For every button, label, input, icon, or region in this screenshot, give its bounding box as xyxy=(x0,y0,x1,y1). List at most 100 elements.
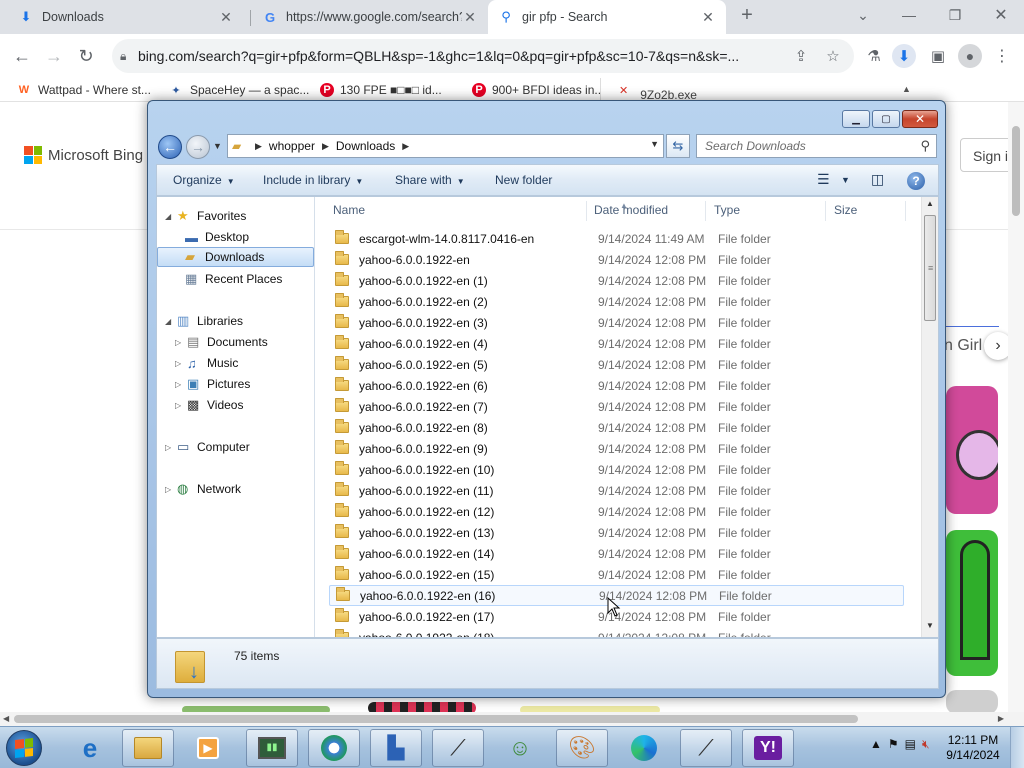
bookmark-star-icon[interactable]: ☆ xyxy=(824,47,842,65)
table-row[interactable]: yahoo-6.0.0.1922-en (1) 9/14/2024 12:08 P… xyxy=(329,270,904,291)
view-options-icon[interactable]: ☰ xyxy=(817,171,830,188)
table-row[interactable]: yahoo-6.0.0.1922-en (7) 9/14/2024 12:08 P… xyxy=(329,396,904,417)
tree-videos[interactable]: ▷ ▩ Videos xyxy=(175,395,243,415)
minimize-icon[interactable]: — xyxy=(886,0,932,30)
table-row[interactable]: yahoo-6.0.0.1922-en 9/14/2024 12:08 PM Fil… xyxy=(329,249,904,270)
table-row[interactable]: yahoo-6.0.0.1922-en (12) 9/14/2024 12:08 … xyxy=(329,501,904,522)
url-text[interactable]: bing.com/search?q=gir+pfp&form=QBLH&sp=-… xyxy=(138,48,778,64)
tab-close-icon[interactable]: ✕ xyxy=(700,9,716,26)
collapsed-arrow-icon[interactable]: ▷ xyxy=(175,380,187,389)
volume-muted-icon[interactable]: 🔇︎ xyxy=(922,737,930,752)
tray-expand-chevron-icon[interactable]: ▲ xyxy=(870,737,882,752)
tab-downloads[interactable]: ⬇ Downloads ✕ xyxy=(8,0,244,34)
downloads-icon[interactable]: ⬇ xyxy=(892,44,916,68)
forward-arrow-icon[interactable]: → xyxy=(186,135,210,159)
related-search-chip[interactable]: n Girl xyxy=(944,337,982,355)
column-header-date[interactable]: Date modified xyxy=(586,201,706,221)
tab-close-icon[interactable]: ✕ xyxy=(218,9,234,26)
bookmark-pinterest-fpe[interactable]: P 130 FPE ■□■□ id... xyxy=(320,81,442,99)
people-icon[interactable]: ☺ xyxy=(494,729,546,767)
table-row[interactable]: yahoo-6.0.0.1922-en (18) 9/14/2024 12:08 … xyxy=(329,627,904,637)
address-bar[interactable]: 🔒︎ bing.com/search?q=gir+pfp&form=QBLH&s… xyxy=(112,39,854,73)
yahoo-messenger-icon[interactable]: Y! xyxy=(742,729,794,767)
column-header-size[interactable]: Size xyxy=(826,201,906,221)
chevron-right-icon[interactable]: ▶ xyxy=(402,141,409,152)
expanded-arrow-icon[interactable]: ◢ xyxy=(165,212,177,221)
breadcrumb-downloads[interactable]: Downloads xyxy=(336,139,395,153)
new-tab-button[interactable]: + xyxy=(730,0,764,30)
network-app-icon[interactable]: ▙ xyxy=(370,729,422,767)
clock[interactable]: 12:11 PM 9/14/2024 xyxy=(944,733,1002,763)
include-in-library-button[interactable]: Include in library ▼ xyxy=(263,173,363,187)
table-row[interactable]: yahoo-6.0.0.1922-en (8) 9/14/2024 12:08 P… xyxy=(329,417,904,438)
image-thumbnail[interactable] xyxy=(946,386,998,514)
horizontal-scrollbar[interactable]: ◀ ▶ xyxy=(0,712,1024,726)
chevron-right-icon[interactable]: ▶ xyxy=(255,141,262,152)
scrollbar-thumb[interactable] xyxy=(1012,126,1020,216)
edge-browser-icon[interactable] xyxy=(618,729,670,767)
collapsed-arrow-icon[interactable]: ▷ xyxy=(165,485,177,494)
magic-wand-icon[interactable]: ⟋ xyxy=(680,729,732,767)
bookmark-spacehey[interactable]: ✦ SpaceHey — a spac... xyxy=(168,81,309,99)
search-icon[interactable]: ⚲ xyxy=(920,138,930,154)
side-panel-icon[interactable]: ▣ xyxy=(926,44,950,68)
search-input[interactable]: Search Downloads ⚲ xyxy=(696,134,937,158)
table-row[interactable]: yahoo-6.0.0.1922-en (15) 9/14/2024 12:08 … xyxy=(329,564,904,585)
start-button[interactable] xyxy=(6,730,42,766)
collapsed-arrow-icon[interactable]: ▷ xyxy=(165,443,177,452)
show-desktop-button[interactable] xyxy=(1010,727,1024,768)
profile-avatar-icon[interactable]: ● xyxy=(958,44,982,68)
internet-explorer-icon[interactable]: e xyxy=(64,729,116,767)
download-item-popup[interactable]: ✕ 9Zo2b.exe xyxy=(600,78,920,102)
table-row[interactable]: yahoo-6.0.0.1922-en (2) 9/14/2024 12:08 P… xyxy=(329,291,904,312)
column-header-type[interactable]: Type xyxy=(706,201,826,221)
tree-computer[interactable]: ▷ ▭ Computer xyxy=(165,437,250,457)
breadcrumb-whopper[interactable]: whopper xyxy=(269,139,315,153)
table-row[interactable]: escargot-wlm-14.0.8117.0416-en 9/14/2024 … xyxy=(329,228,904,249)
table-row[interactable]: yahoo-6.0.0.1922-en (11) 9/14/2024 12:08 … xyxy=(329,480,904,501)
collapsed-arrow-icon[interactable]: ▷ xyxy=(175,338,187,347)
scroll-up-icon[interactable]: ▲ xyxy=(922,199,938,215)
new-folder-button[interactable]: New folder xyxy=(495,173,552,187)
file-list-scrollbar[interactable]: ▲ ≡ ▼ xyxy=(921,197,938,637)
scroll-down-icon[interactable]: ▼ xyxy=(922,621,938,637)
lab-flask-icon[interactable]: ⚗ xyxy=(862,44,886,68)
share-with-button[interactable]: Share with ▼ xyxy=(395,173,465,187)
tree-recent-places[interactable]: ▦ Recent Places xyxy=(185,269,282,289)
preview-pane-icon[interactable]: ◫ xyxy=(871,171,884,188)
bookmark-wattpad[interactable]: W Wattpad - Where st... xyxy=(16,81,151,99)
tree-music[interactable]: ▷ ♫ Music xyxy=(175,353,238,373)
page-scrollbar[interactable] xyxy=(1008,102,1024,712)
tree-downloads[interactable]: ▰ Downloads xyxy=(157,247,314,267)
table-row[interactable]: yahoo-6.0.0.1922-en (9) 9/14/2024 12:08 P… xyxy=(329,438,904,459)
tree-network[interactable]: ▷ ◍ Network xyxy=(165,479,241,499)
share-icon[interactable]: ⇪ xyxy=(792,47,810,65)
windows-explorer-icon[interactable] xyxy=(122,729,174,767)
table-row[interactable]: yahoo-6.0.0.1922-en (4) 9/14/2024 12:08 P… xyxy=(329,333,904,354)
tab-google[interactable]: G https://www.google.com/search?... ✕ xyxy=(252,0,488,34)
action-center-flag-icon[interactable]: ⚑ xyxy=(888,737,899,752)
paint-palette-icon[interactable]: 🎨︎ xyxy=(556,729,608,767)
refresh-icon[interactable]: ⇆ xyxy=(666,134,690,158)
image-thumbnail[interactable] xyxy=(946,530,998,676)
explorer-address-bar[interactable]: ▰ ▶ whopper ▶ Downloads ▶ ▼ xyxy=(227,134,664,158)
minimize-icon[interactable]: ▁ xyxy=(842,110,870,128)
expanded-arrow-icon[interactable]: ◢ xyxy=(165,317,177,326)
close-icon[interactable]: ✕ xyxy=(902,110,938,128)
help-icon[interactable]: ? xyxy=(907,172,925,190)
collapsed-arrow-icon[interactable]: ▷ xyxy=(175,401,187,410)
organize-button[interactable]: Organize ▼ xyxy=(173,173,235,187)
back-arrow-icon[interactable]: ← xyxy=(10,44,34,68)
maximize-icon[interactable]: ▢ xyxy=(872,110,900,128)
magic-wand-icon[interactable]: ⟋ xyxy=(432,729,484,767)
forward-arrow-icon[interactable]: → xyxy=(42,44,66,68)
table-row[interactable]: yahoo-6.0.0.1922-en (14) 9/14/2024 12:08 … xyxy=(329,543,904,564)
scrollbar-thumb[interactable]: ≡ xyxy=(924,215,936,321)
remote-desktop-icon[interactable]: ▮▮ xyxy=(246,729,298,767)
back-arrow-icon[interactable]: ← xyxy=(158,135,182,159)
chrome-like-globe-icon[interactable] xyxy=(308,729,360,767)
image-thumbnail[interactable] xyxy=(946,690,998,714)
tree-libraries[interactable]: ◢ ▥ Libraries xyxy=(165,311,243,331)
address-history-chevron-icon[interactable]: ▼ xyxy=(650,139,659,149)
table-row[interactable]: yahoo-6.0.0.1922-en (13) 9/14/2024 12:08 … xyxy=(329,522,904,543)
